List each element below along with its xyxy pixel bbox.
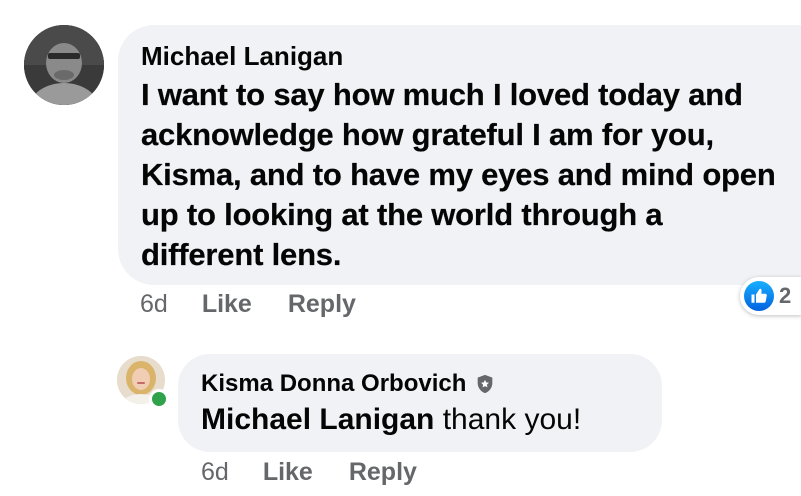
comment-actions: 6d Like Reply: [140, 290, 356, 319]
comment-author[interactable]: Michael Lanigan: [141, 39, 801, 73]
reply-button[interactable]: Reply: [288, 290, 356, 319]
reply-reply-button[interactable]: Reply: [349, 458, 417, 487]
comment-bubble: Michael Lanigan I want to say how much I…: [118, 25, 801, 285]
reply-bubble: Kisma Donna Orbovich Michael Lanigan tha…: [178, 354, 662, 452]
comment-timestamp[interactable]: 6d: [140, 290, 168, 319]
avatar-kisma-wrapper[interactable]: [117, 356, 169, 409]
mention-link[interactable]: Michael Lanigan: [201, 403, 434, 436]
reply-actions: 6d Like Reply: [201, 458, 417, 487]
reaction-count: 2: [779, 283, 792, 308]
online-status-indicator: [149, 389, 169, 409]
like-button[interactable]: Like: [202, 290, 252, 319]
shield-icon: [474, 373, 496, 395]
reply-timestamp[interactable]: 6d: [201, 458, 229, 487]
reply-author-row: Kisma Donna Orbovich: [201, 368, 662, 400]
reply-body: thank you!: [434, 403, 582, 436]
reply-author[interactable]: Kisma Donna Orbovich: [201, 368, 466, 400]
avatar-michael-lanigan[interactable]: [24, 25, 104, 105]
reply-like-button[interactable]: Like: [263, 458, 313, 487]
reaction-summary[interactable]: 2: [740, 277, 801, 315]
avatar-photo: [24, 25, 104, 105]
reply-text: Michael Lanigan thank you!: [201, 400, 662, 440]
like-thumb-icon: [744, 281, 774, 311]
comment-text: I want to say how much I loved today and…: [141, 77, 776, 272]
